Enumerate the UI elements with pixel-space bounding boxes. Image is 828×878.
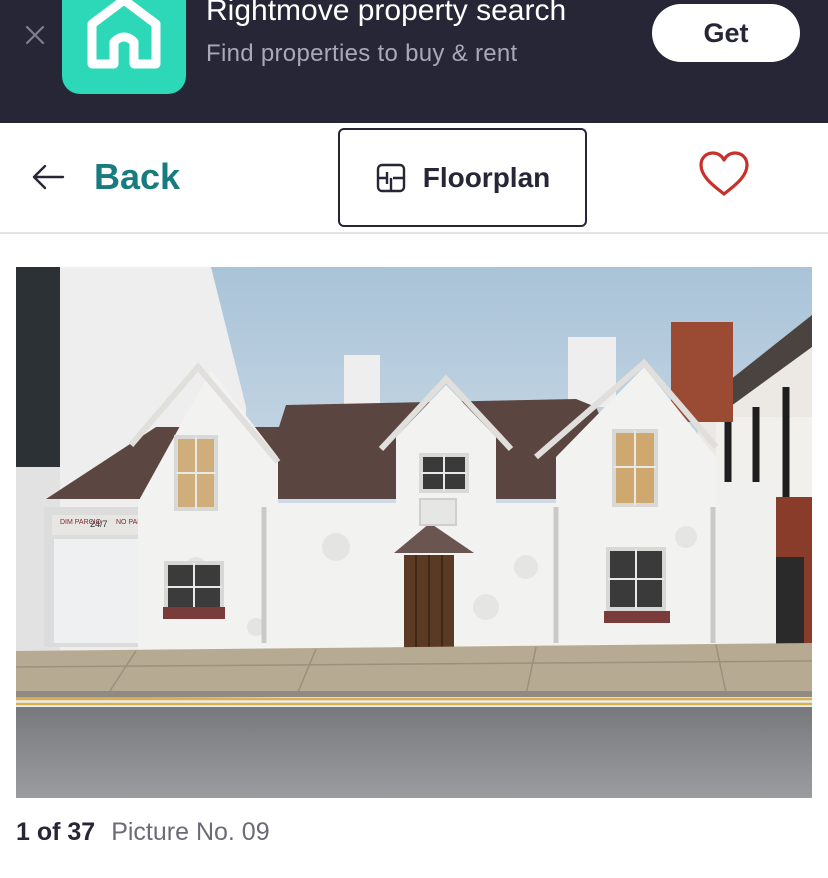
back-label: Back [94,156,181,197]
back-button[interactable]: Back [30,155,180,199]
arrow-left-icon [32,164,65,190]
rightmove-app-icon [62,0,186,94]
floorplan-label: Floorplan [422,161,551,193]
sign-mid-text: 24/7 [90,519,108,529]
property-photo[interactable]: DIM PARCIO 24/7 NO PARKING [16,267,812,798]
banner-title: Rightmove property search [206,0,567,27]
close-icon[interactable] [22,22,48,48]
photo-caption: 1 of 37 Picture No. 09 [16,818,270,854]
floorplan-button[interactable]: Floorplan [338,128,587,227]
floorplan-icon [376,163,405,192]
house-logo-icon [87,0,161,69]
photo-counter: 1 of 37 [16,818,96,846]
heart-icon[interactable] [697,150,751,198]
app-install-banner: Rightmove property search Find propertie… [0,0,828,123]
listing-toolbar: Back Floorplan [0,123,828,234]
photo-caption-text: Picture No. 09 [111,818,270,846]
banner-subtitle: Find properties to buy & rent [206,40,518,67]
get-app-button[interactable]: Get [652,4,800,62]
